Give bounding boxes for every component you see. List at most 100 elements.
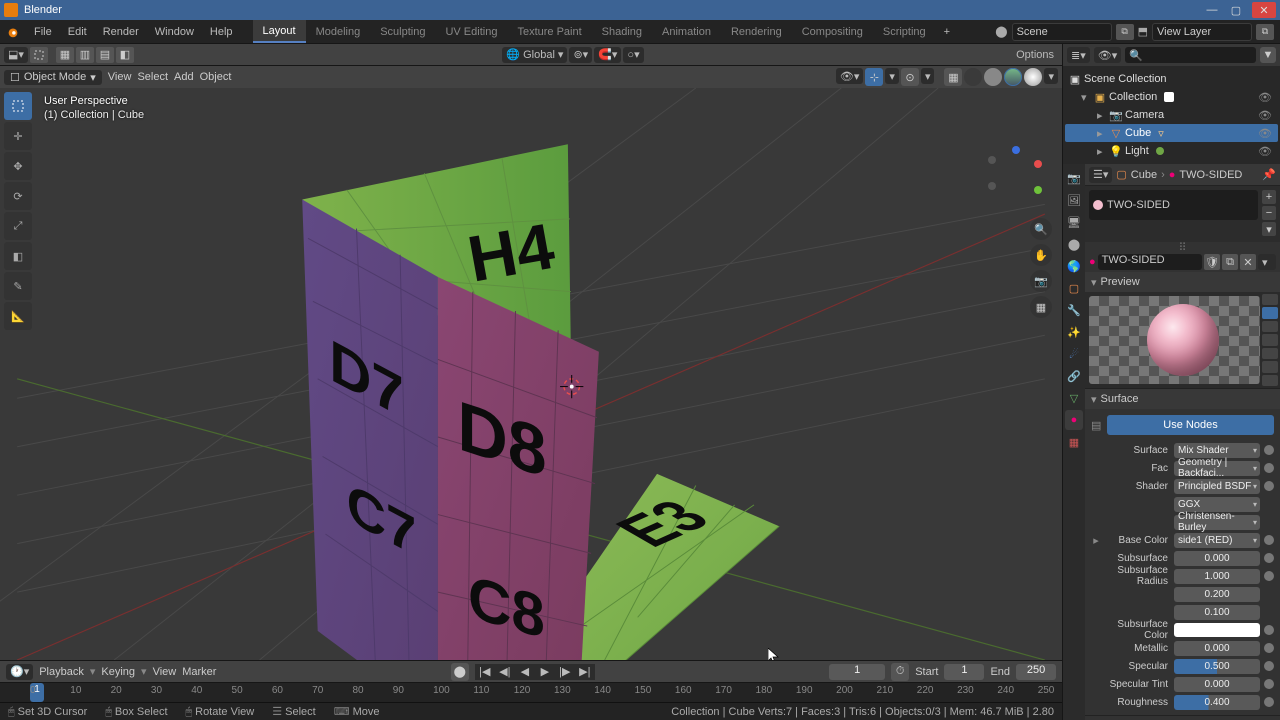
node-socket-icon[interactable] — [1264, 445, 1274, 455]
next-keyframe-button[interactable]: |▶ — [555, 664, 575, 680]
workspace-tab-compositing[interactable]: Compositing — [792, 20, 873, 43]
property-value[interactable]: GGX — [1174, 497, 1260, 512]
scene-new-button[interactable]: ⧉ — [1116, 24, 1134, 40]
outliner-search[interactable]: 🔍 — [1125, 47, 1256, 63]
select-box-icon[interactable] — [30, 47, 48, 63]
proptab-render[interactable]: 📷 — [1065, 168, 1083, 188]
workspace-tab-modeling[interactable]: Modeling — [306, 20, 371, 43]
preview-fluid-button[interactable] — [1262, 375, 1278, 386]
tool-scale[interactable]: ⤢ — [4, 212, 32, 240]
workspace-tab-shading[interactable]: Shading — [592, 20, 652, 43]
preview-sphere-button[interactable] — [1262, 307, 1278, 318]
node-socket-icon[interactable] — [1264, 463, 1274, 473]
preview-hair-button[interactable] — [1262, 334, 1278, 345]
menu-add[interactable]: Add — [174, 71, 194, 83]
workspace-tab-layout[interactable]: Layout — [253, 20, 306, 43]
gizmo-dropdown[interactable]: ▾ — [885, 68, 899, 84]
material-newcopy-button[interactable]: ⧉ — [1222, 254, 1238, 270]
property-value[interactable]: Principled BSDF — [1174, 479, 1260, 494]
slot-menu-button[interactable]: ▾ — [1262, 222, 1276, 236]
proptab-material[interactable]: ● — [1065, 410, 1083, 430]
tool-settings-normal[interactable]: ◧ — [116, 47, 134, 63]
menu-file[interactable]: File — [26, 20, 60, 43]
node-socket-icon[interactable] — [1264, 643, 1274, 653]
panel-preview-header[interactable]: ▾Preview — [1085, 272, 1280, 292]
visibility-toggle[interactable]: 👁 — [1258, 145, 1272, 158]
preview-cube-button[interactable] — [1262, 321, 1278, 332]
use-nodes-button[interactable]: Use Nodes — [1107, 415, 1274, 435]
outliner-item-light[interactable]: ▸💡 Light 👁 — [1065, 142, 1278, 160]
property-value[interactable]: side1 (RED) — [1174, 533, 1260, 548]
slot-add-button[interactable]: + — [1262, 190, 1276, 204]
orientation-selector[interactable]: 🌐 Global ▾ — [502, 47, 567, 63]
viewlayer-field[interactable] — [1152, 23, 1252, 41]
workspace-tab-uvediting[interactable]: UV Editing — [435, 20, 507, 43]
current-frame-field[interactable]: 1 — [829, 664, 885, 680]
proptab-data[interactable]: ▽ — [1065, 388, 1083, 408]
proptab-particles[interactable]: ✨ — [1065, 322, 1083, 342]
property-value[interactable]: Christensen-Burley — [1174, 515, 1260, 530]
property-value[interactable]: 1.000 — [1174, 569, 1260, 584]
tool-settings-edge[interactable]: ▥ — [76, 47, 94, 63]
shading-dropdown[interactable]: ▾ — [1044, 68, 1058, 84]
property-value[interactable]: Geometry | Backfaci... — [1174, 461, 1260, 476]
property-value[interactable]: Mix Shader — [1174, 443, 1260, 458]
property-value[interactable]: 0.000 — [1174, 677, 1260, 692]
outliner-editortype[interactable]: ≣▾ — [1067, 47, 1090, 63]
proptab-output[interactable]: 🖼 — [1065, 190, 1083, 210]
viewlayer-new-button[interactable]: ⧉ — [1256, 24, 1274, 40]
viewport-3d[interactable]: E3 H4 3 — [0, 88, 1062, 660]
property-value[interactable]: 0.000 — [1174, 551, 1260, 566]
rewind-button[interactable]: |◀ — [475, 664, 495, 680]
proptab-viewlayer[interactable]: 🖥 — [1065, 212, 1083, 232]
proptab-scene[interactable]: ⬤ — [1065, 234, 1083, 254]
outliner-collection[interactable]: ▾▣ Collection 👁 — [1065, 88, 1278, 106]
outliner-filter-button[interactable]: ▼ — [1260, 47, 1276, 63]
menu-object[interactable]: Object — [200, 71, 232, 83]
menu-window[interactable]: Window — [147, 20, 202, 43]
tool-rotate[interactable]: ⟳ — [4, 182, 32, 210]
menu-edit[interactable]: Edit — [60, 20, 95, 43]
tool-select-box[interactable] — [4, 92, 32, 120]
menu-view[interactable]: View — [108, 71, 132, 83]
forward-end-button[interactable]: ▶| — [575, 664, 595, 680]
preview-flat-button[interactable] — [1262, 294, 1278, 305]
editor-type-timeline[interactable]: 🕐▾ — [6, 664, 33, 680]
scene-field[interactable] — [1012, 23, 1112, 41]
pin-icon[interactable]: 📌 — [1262, 168, 1276, 181]
material-slot[interactable]: TWO-SIDED — [1089, 190, 1258, 220]
workspace-tab-add[interactable]: + — [936, 20, 958, 43]
proptab-object[interactable]: ▢ — [1065, 278, 1083, 298]
preview-shaderball-button[interactable] — [1262, 348, 1278, 359]
property-value[interactable] — [1174, 623, 1260, 637]
material-name-field[interactable]: TWO-SIDED — [1098, 254, 1202, 270]
ortho-toggle-button[interactable]: ▦ — [1030, 296, 1052, 318]
maximize-button[interactable]: ▢ — [1224, 2, 1248, 18]
preview-cloth-button[interactable] — [1262, 361, 1278, 372]
overlays-dropdown[interactable]: ▾ — [921, 68, 935, 84]
start-frame-field[interactable]: 1 — [944, 664, 984, 680]
proptab-modifier[interactable]: 🔧 — [1065, 300, 1083, 320]
options-dropdown[interactable]: Options — [1012, 47, 1058, 63]
end-frame-field[interactable]: 250 — [1016, 664, 1056, 680]
workspace-tab-animation[interactable]: Animation — [652, 20, 721, 43]
visibility-toggle[interactable]: 👁 — [1258, 109, 1272, 122]
timeline-ruler[interactable]: 1 01020304050607080901001101201301401501… — [0, 682, 1062, 702]
shading-matpreview-button[interactable] — [1004, 68, 1022, 86]
outliner-display-mode[interactable]: 👁▾ — [1094, 47, 1122, 63]
outliner-item-cube[interactable]: ▸▽ Cube ▿ 👁 — [1065, 124, 1278, 142]
menu-render[interactable]: Render — [95, 20, 147, 43]
property-value[interactable]: 0.500 — [1174, 659, 1260, 674]
pan-button[interactable]: ✋ — [1030, 244, 1052, 266]
tool-measure[interactable]: 📐 — [4, 302, 32, 330]
visibility-toggle[interactable]: 👁 — [1258, 127, 1272, 140]
properties-editortype[interactable]: ☰▾ — [1089, 167, 1112, 183]
timeline-view-menu[interactable]: View — [153, 666, 177, 678]
workspace-tab-scripting[interactable]: Scripting — [873, 20, 936, 43]
tool-transform[interactable]: ◧ — [4, 242, 32, 270]
property-value[interactable]: 0.200 — [1174, 587, 1260, 602]
nav-gizmo[interactable] — [990, 150, 1050, 210]
node-socket-icon[interactable] — [1264, 571, 1274, 581]
editor-type-3dview[interactable]: ⬓▾ — [4, 47, 28, 63]
preview-range-button[interactable]: ⏱ — [891, 663, 909, 681]
